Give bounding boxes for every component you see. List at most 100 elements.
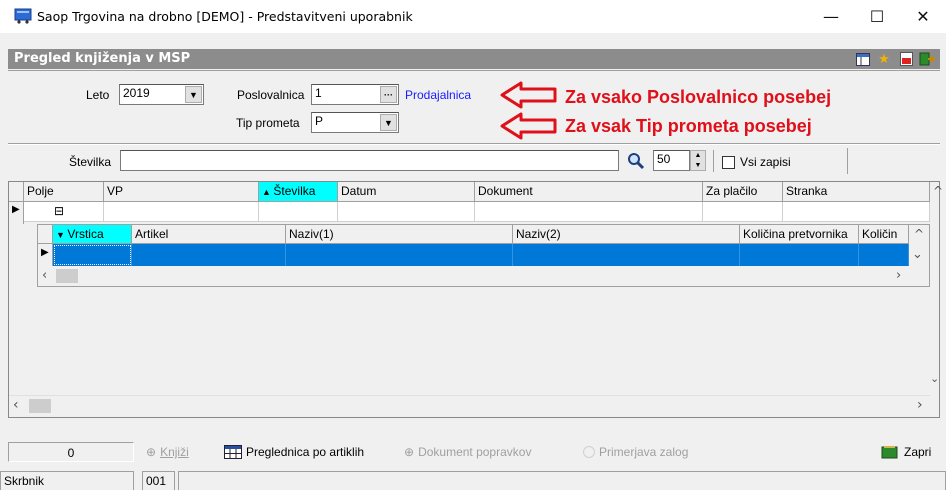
master-cell[interactable] [104, 202, 259, 222]
column-header-dokument[interactable]: Dokument [475, 182, 703, 202]
chevron-down-icon[interactable]: ▼ [380, 114, 397, 131]
detail-horizontal-scrollbar[interactable]: ‹ › [38, 267, 909, 285]
horizontal-scrollbar[interactable]: ‹ › [9, 395, 930, 415]
arrow-left-icon [500, 112, 557, 140]
scroll-right-icon[interactable]: › [896, 268, 901, 283]
row-indicator-header [9, 182, 24, 202]
spinner-up-icon[interactable]: ▲ [695, 152, 702, 159]
vsi-zapisi-label: Vsi zapisi [740, 155, 791, 169]
detail-header-naziv1[interactable]: Naziv(1) [286, 225, 513, 244]
tip-prometa-label: Tip prometa [236, 116, 300, 130]
window-title: Saop Trgovina na drobno [DEMO] - Predsta… [37, 9, 413, 24]
detail-header-vrstica[interactable]: ▼ Vrstica [53, 225, 132, 244]
detail-cell[interactable] [859, 244, 909, 266]
maximize-button[interactable]: ☐ [854, 0, 900, 33]
scroll-down-icon[interactable]: ⌄ [930, 372, 939, 385]
scroll-up-icon[interactable]: ^ [933, 184, 943, 198]
column-header-stevilka-label: Številka [273, 184, 316, 198]
row-pointer-icon: ▶ [38, 244, 53, 266]
browse-button[interactable]: ··· [380, 86, 397, 103]
stevilka-label: Številka [69, 155, 112, 169]
scrollbar-thumb[interactable] [29, 399, 51, 413]
zapri-button[interactable]: Zapri [880, 441, 931, 463]
sort-descending-icon: ▼ [56, 230, 68, 240]
poslovalnica-label: Poslovalnica [237, 88, 305, 102]
status-code: 001 [142, 471, 175, 490]
close-button[interactable]: ✕ [900, 0, 946, 33]
annotation-poslovalnica: Za vsako Poslovalnico posebej [565, 87, 832, 107]
preglednica-button[interactable]: Preglednica po artiklih [224, 441, 364, 463]
record-count-input[interactable]: 50 [653, 150, 690, 171]
vsi-zapisi-checkbox[interactable] [722, 156, 735, 169]
detail-header-kolicina[interactable]: Količin [859, 225, 909, 244]
detail-cell[interactable] [286, 244, 513, 266]
chevron-down-icon[interactable]: ▼ [185, 86, 202, 103]
status-user: Skrbnik [0, 471, 134, 490]
detail-grid[interactable]: ▼ Vrstica Artikel Naziv(1) Naziv(2) Koli… [37, 224, 930, 287]
scroll-left-icon[interactable]: ‹ [42, 268, 47, 283]
column-header-stranka[interactable]: Stranka [783, 182, 930, 202]
detail-header-artikel[interactable]: Artikel [132, 225, 286, 244]
vertical-scrollbar[interactable]: ⌄ [930, 202, 939, 395]
post-icon: ⊕ [146, 445, 157, 459]
shopping-cart-icon [14, 8, 32, 24]
scroll-down-icon[interactable]: ⌄ [912, 247, 923, 262]
poslovalnica-name: Prodajalnica [405, 88, 472, 102]
detail-cell[interactable] [513, 244, 740, 266]
row-pointer-icon: ▶ [9, 202, 24, 224]
form-caption: Pregled knjiženja v MSP [14, 51, 191, 66]
preglednica-label: Preglednica po artiklih [246, 445, 365, 459]
scroll-right-icon[interactable]: › [917, 397, 923, 413]
spinner-down-icon[interactable]: ▼ [695, 162, 702, 169]
master-cell[interactable] [703, 202, 783, 222]
exit-door-icon[interactable] [919, 51, 935, 67]
primerjava-zalog-button[interactable]: Primerjava zalog [583, 441, 688, 463]
form-caption-bar: Pregled knjiženja v MSP ★ [8, 49, 940, 69]
table-icon [224, 445, 242, 459]
dokument-popravkov-label: Dokument popravkov [418, 445, 532, 459]
column-header-datum[interactable]: Datum [338, 182, 475, 202]
record-count: 0 [67, 446, 75, 460]
export-pdf-icon[interactable] [898, 51, 914, 67]
count-spinner[interactable]: ▲ ▼ [690, 150, 706, 171]
column-header-stevilka[interactable]: ▲ Številka [259, 182, 338, 202]
column-header-polje[interactable]: Polje [24, 182, 104, 202]
search-icon[interactable] [627, 152, 645, 170]
main-grid[interactable]: Polje VP ▲ Številka Datum Dokument Za pl… [8, 181, 943, 418]
sort-ascending-icon: ▲ [262, 187, 274, 197]
detail-header-naziv2[interactable]: Naziv(2) [513, 225, 740, 244]
separator [713, 150, 714, 172]
favorite-star-icon[interactable]: ★ [876, 51, 892, 67]
master-cell[interactable] [475, 202, 703, 222]
column-header-za-placilo[interactable]: Za plačilo [703, 182, 783, 202]
tip-prometa-value: P [315, 114, 324, 128]
master-cell[interactable] [259, 202, 338, 222]
primerjava-zalog-label: Primerjava zalog [599, 445, 689, 459]
detail-header-kolicina-pretvornika[interactable]: Količina pretvornika [740, 225, 859, 244]
stevilka-input[interactable] [120, 150, 619, 171]
separator [847, 148, 848, 174]
detail-cell[interactable] [740, 244, 859, 266]
detail-cell-selected[interactable] [53, 244, 132, 266]
master-cell[interactable] [783, 202, 930, 222]
scrollbar-thumb[interactable] [56, 269, 78, 283]
record-count-display: 0 [8, 442, 134, 462]
grid-layout-icon[interactable] [855, 51, 871, 67]
knjizi-button[interactable]: ⊕ Knjiži [146, 441, 189, 463]
arrow-left-icon [500, 81, 557, 109]
detail-cell[interactable] [132, 244, 286, 266]
collapse-icon[interactable]: ⊟ [54, 204, 64, 218]
minimize-button[interactable]: — [808, 0, 854, 33]
knjizi-label: Knjiži [160, 445, 189, 459]
master-cell[interactable]: ⊟ [24, 202, 104, 222]
detail-row-indicator-header [38, 225, 53, 244]
master-cell[interactable] [338, 202, 475, 222]
status-message [178, 471, 946, 490]
column-header-vp[interactable]: VP [104, 182, 259, 202]
document-icon: ⊕ [404, 445, 415, 459]
dokument-popravkov-button[interactable]: ⊕ Dokument popravkov [404, 441, 531, 463]
scroll-up-icon[interactable]: ^ [914, 227, 924, 241]
scroll-left-icon[interactable]: ‹ [13, 397, 19, 413]
leto-value: 2019 [123, 86, 150, 100]
close-book-icon [881, 446, 898, 459]
